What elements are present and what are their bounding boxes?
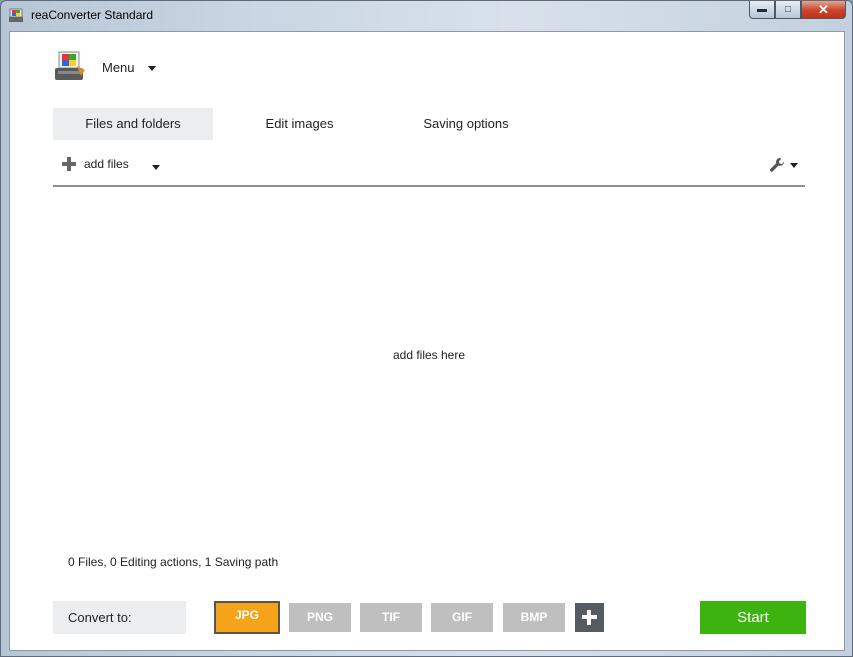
file-drop-zone[interactable]: add files here (53, 190, 805, 550)
maximize-button[interactable]: □ (775, 1, 801, 19)
chevron-down-icon[interactable] (148, 66, 156, 71)
tab-saving-options[interactable]: Saving options (386, 108, 546, 140)
tab-files-and-folders[interactable]: Files and folders (53, 108, 213, 140)
chevron-down-icon[interactable] (790, 163, 798, 168)
start-button[interactable]: Start (700, 601, 806, 634)
tab-edit-images[interactable]: Edit images (223, 108, 376, 140)
close-icon: ✕ (818, 1, 829, 17)
format-png-button[interactable]: PNG (289, 603, 351, 632)
status-summary: 0 Files, 0 Editing actions, 1 Saving pat… (68, 555, 279, 569)
window-title: reaConverter Standard (31, 8, 154, 22)
minimize-button[interactable]: ▬ (749, 1, 775, 19)
toolbar-divider (53, 185, 805, 187)
close-button[interactable]: ✕ (801, 1, 846, 19)
reaconverter-logo-icon[interactable] (53, 50, 87, 84)
wrench-icon[interactable] (769, 157, 785, 173)
menu-button[interactable]: Menu (102, 60, 135, 75)
caption-buttons: ▬ □ ✕ (749, 1, 846, 21)
format-jpg-button[interactable]: JPG (214, 601, 280, 634)
app-icon (9, 8, 23, 22)
add-files-button[interactable]: add files (62, 157, 129, 171)
title-bar[interactable]: reaConverter Standard ▬ □ ✕ (1, 1, 852, 31)
add-format-button[interactable] (575, 603, 604, 632)
drop-zone-hint: add files here (392, 348, 466, 362)
add-files-label: add files (84, 157, 129, 171)
maximize-icon: □ (784, 4, 792, 15)
format-bmp-button[interactable]: BMP (503, 603, 565, 632)
minimize-icon: ▬ (757, 4, 767, 15)
format-tif-button[interactable]: TIF (360, 603, 422, 632)
plus-icon (62, 157, 76, 171)
app-window: reaConverter Standard ▬ □ ✕ Menu Files a… (0, 0, 853, 657)
chevron-down-icon[interactable] (152, 165, 160, 170)
format-gif-button[interactable]: GIF (431, 603, 493, 632)
client-area: Menu Files and folders Edit images Savin… (9, 31, 845, 651)
convert-to-label: Convert to: (53, 601, 186, 634)
